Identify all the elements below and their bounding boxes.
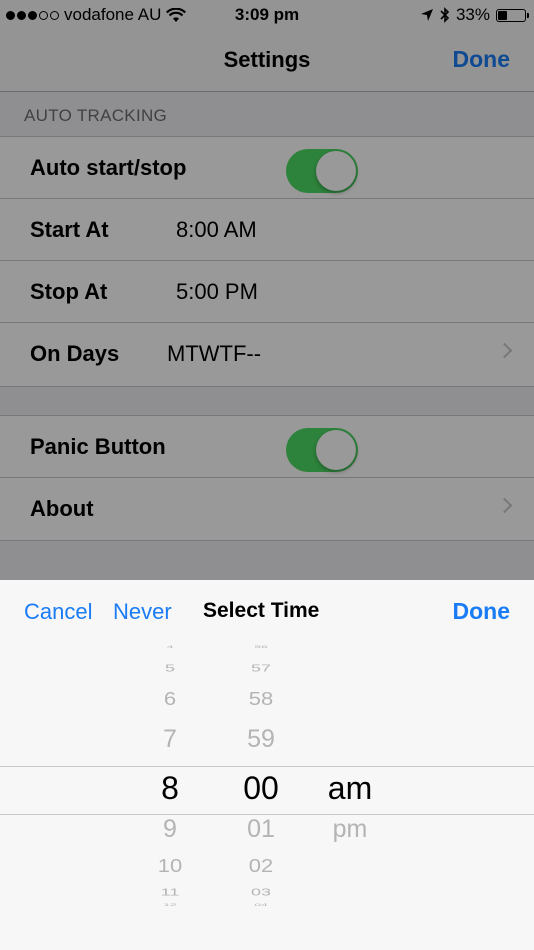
never-button[interactable]: Never xyxy=(113,599,172,625)
minute-option[interactable]: 04 xyxy=(216,903,306,907)
time-picker: 4 5 6 7 8 9 10 11 12 56 57 58 59 00 01 02 03 04 am pm xyxy=(0,642,534,950)
minute-option[interactable]: 02 xyxy=(216,855,306,877)
minute-option[interactable]: 56 xyxy=(216,645,306,649)
picker-title: Select Time xyxy=(203,599,320,622)
hour-option[interactable]: 7 xyxy=(125,725,215,754)
picker-toolbar: Cancel Never Select Time Done xyxy=(0,580,534,642)
hour-wheel[interactable]: 4 5 6 7 8 9 10 11 12 xyxy=(125,642,215,950)
period-selected[interactable]: am xyxy=(305,770,395,807)
minute-option[interactable]: 57 xyxy=(216,663,306,675)
hour-option[interactable]: 9 xyxy=(125,815,215,844)
minute-wheel[interactable]: 56 57 58 59 00 01 02 03 04 xyxy=(216,642,306,950)
hour-option[interactable]: 10 xyxy=(125,855,215,877)
cancel-button[interactable]: Cancel xyxy=(24,599,92,625)
hour-option[interactable]: 6 xyxy=(125,688,215,710)
hour-option[interactable]: 12 xyxy=(125,903,215,907)
minute-option[interactable]: 01 xyxy=(216,815,306,844)
am-pm-wheel[interactable]: am pm xyxy=(305,642,395,950)
hour-option[interactable]: 5 xyxy=(125,663,215,675)
minute-option[interactable]: 59 xyxy=(216,725,306,754)
minute-option[interactable]: 58 xyxy=(216,688,306,710)
minute-option[interactable]: 03 xyxy=(216,887,306,899)
hour-option[interactable]: 11 xyxy=(125,887,215,899)
hour-selected[interactable]: 8 xyxy=(125,770,215,807)
minute-selected[interactable]: 00 xyxy=(216,770,306,807)
modal-dim-overlay[interactable] xyxy=(0,0,534,580)
hour-option[interactable]: 4 xyxy=(125,645,215,649)
time-picker-sheet: Cancel Never Select Time Done 4 5 6 7 8 9 10 11… xyxy=(0,580,534,950)
picker-done-button[interactable]: Done xyxy=(453,598,511,625)
period-option[interactable]: pm xyxy=(305,815,395,844)
